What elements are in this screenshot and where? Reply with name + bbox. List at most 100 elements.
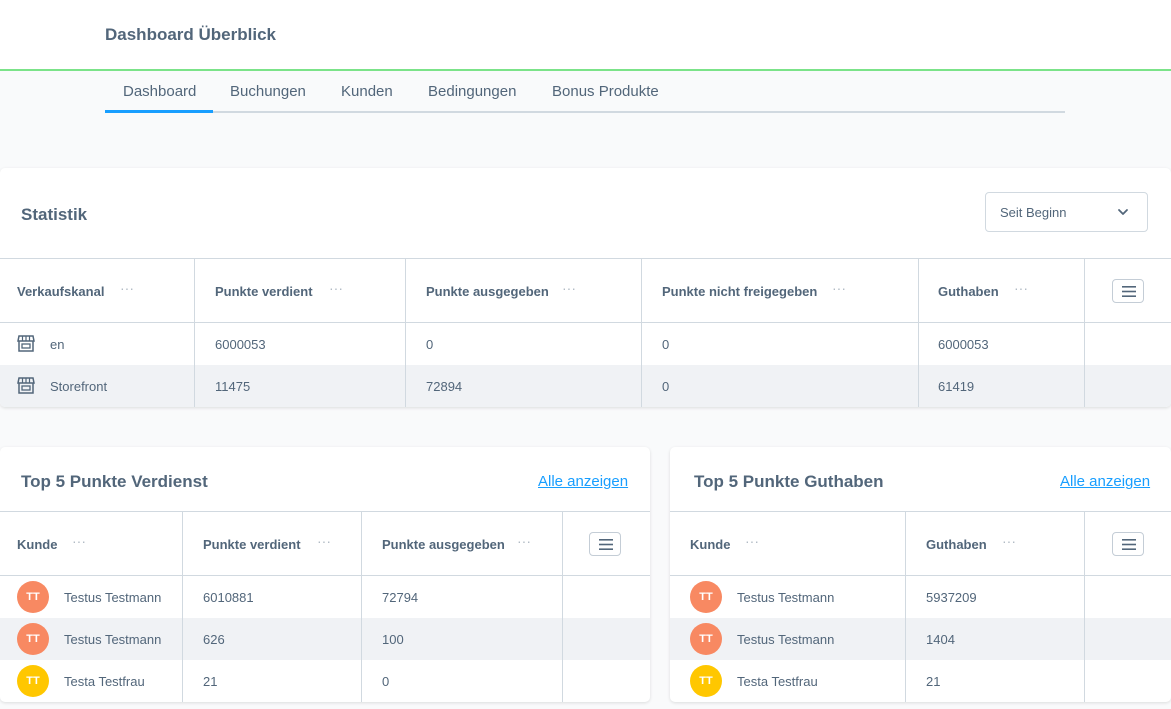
top-verdienst-card: Top 5 Punkte Verdienst Alle anzeigen Kun…: [0, 447, 650, 702]
points-earned: 11475: [215, 379, 251, 394]
top-bar: Dashboard Überblick: [0, 0, 1171, 71]
tab-bedingungen[interactable]: Bedingungen: [428, 83, 516, 100]
statistik-card: Statistik Seit Beginn Verkaufskanal ··· …: [0, 168, 1171, 407]
top-guthaben-table: Kunde ··· Guthaben ··· TT Testus Testman…: [670, 511, 1171, 702]
points-not-released: 0: [662, 379, 670, 394]
column-header[interactable]: Guthaben ···: [919, 259, 1085, 322]
column-header[interactable]: Kunde ···: [670, 512, 906, 575]
show-all-link[interactable]: Alle anzeigen: [538, 473, 628, 490]
table-cell: TT Testus Testmann: [670, 618, 906, 660]
table-cell: 626: [183, 618, 362, 660]
avatar: TT: [17, 623, 49, 655]
top-guthaben-title: Top 5 Punkte Guthaben: [694, 472, 884, 491]
column-settings-cell: [563, 512, 650, 575]
points-spent: 0: [426, 337, 434, 352]
tab-buchungen[interactable]: Buchungen: [230, 83, 306, 100]
table-cell: TT Testa Testfrau: [0, 660, 183, 702]
more-dots-icon[interactable]: ···: [329, 280, 343, 296]
column-header-label: Punkte nicht freigegeben: [662, 284, 818, 299]
column-header[interactable]: Punkte nicht freigegeben ···: [642, 259, 919, 322]
column-header-label: Guthaben: [926, 537, 987, 552]
table-cell: 0: [642, 365, 919, 407]
table-cell: [563, 576, 650, 618]
table-cell: 0: [406, 323, 642, 365]
more-dots-icon[interactable]: ···: [317, 533, 331, 549]
column-settings-button[interactable]: [1112, 532, 1144, 556]
customer-name: Testus Testmann: [737, 632, 835, 647]
table-row: Storefront 11475 72894 0 61419: [0, 365, 1171, 407]
table-header-row: Kunde ··· Guthaben ···: [670, 512, 1171, 576]
points-spent: 72894: [426, 379, 463, 394]
column-header[interactable]: Kunde ···: [0, 512, 183, 575]
balance: 21: [926, 674, 941, 689]
table-cell: Storefront: [0, 365, 195, 407]
tab-dashboard[interactable]: Dashboard: [123, 83, 196, 100]
hamburger-menu-icon: [599, 539, 613, 550]
table-cell: 72894: [406, 365, 642, 407]
show-all-link[interactable]: Alle anzeigen: [1060, 473, 1150, 490]
page-title: Dashboard Überblick: [105, 25, 276, 44]
table-row: TT Testa Testfrau 21 0: [0, 660, 650, 702]
table-row: TT Testus Testmann 626 100: [0, 618, 650, 660]
column-header-label: Kunde: [17, 537, 58, 552]
table-cell: en: [0, 323, 195, 365]
avatar: TT: [17, 665, 49, 697]
column-header[interactable]: Punkte verdient ···: [195, 259, 406, 322]
column-header-label: Punkte ausgegeben: [382, 537, 505, 552]
column-header[interactable]: Guthaben ···: [906, 512, 1085, 575]
tab-bonus-produkte[interactable]: Bonus Produkte: [552, 83, 659, 100]
table-cell: TT Testa Testfrau: [670, 660, 906, 702]
active-tab-indicator: [105, 110, 213, 113]
balance: 5937209: [926, 590, 977, 605]
column-header-label: Guthaben: [938, 284, 999, 299]
more-dots-icon[interactable]: ···: [745, 533, 759, 549]
top-verdienst-title: Top 5 Punkte Verdienst: [21, 472, 208, 491]
tab-kunden[interactable]: Kunden: [341, 83, 393, 100]
balance: 6000053: [938, 337, 989, 352]
time-range-select[interactable]: Seit Beginn: [985, 192, 1148, 232]
more-dots-icon[interactable]: ···: [120, 280, 134, 296]
more-dots-icon[interactable]: ···: [1002, 533, 1016, 549]
column-header[interactable]: Verkaufskanal ···: [0, 259, 195, 322]
avatar: TT: [17, 581, 49, 613]
more-dots-icon[interactable]: ···: [1014, 280, 1028, 296]
customer-name: Testus Testmann: [737, 590, 835, 605]
column-header[interactable]: Punkte ausgegeben ···: [406, 259, 642, 322]
table-cell: 0: [642, 323, 919, 365]
column-settings-button[interactable]: [589, 532, 621, 556]
column-settings-cell: [1085, 259, 1171, 322]
more-dots-icon[interactable]: ···: [72, 533, 86, 549]
more-dots-icon[interactable]: ···: [517, 533, 531, 549]
table-cell: [563, 618, 650, 660]
customer-name: Testa Testfrau: [737, 674, 818, 689]
column-header-label: Verkaufskanal: [17, 284, 105, 299]
top-verdienst-table: Kunde ··· Punkte verdient ··· Punkte aus…: [0, 511, 650, 702]
table-cell: 0: [362, 660, 563, 702]
column-settings-button[interactable]: [1112, 279, 1144, 303]
table-cell: 1404: [906, 618, 1085, 660]
points-earned: 6000053: [215, 337, 266, 352]
points-earned: 6010881: [203, 590, 254, 605]
more-dots-icon[interactable]: ···: [832, 280, 846, 296]
customer-name: Testus Testmann: [64, 632, 162, 647]
table-cell: TT Testus Testmann: [670, 576, 906, 618]
points-spent: 72794: [382, 590, 419, 605]
column-settings-cell: [1085, 512, 1171, 575]
more-dots-icon[interactable]: ···: [562, 280, 576, 296]
table-row: TT Testus Testmann 6010881 72794: [0, 576, 650, 618]
table-cell: [1085, 323, 1171, 365]
table-cell: 100: [362, 618, 563, 660]
column-header[interactable]: Punkte verdient ···: [183, 512, 362, 575]
column-header[interactable]: Punkte ausgegeben ···: [362, 512, 563, 575]
table-cell: 61419: [919, 365, 1085, 407]
column-header-label: Punkte verdient: [203, 537, 301, 552]
time-range-value: Seit Beginn: [1000, 205, 1067, 220]
chevron-down-icon: [1118, 209, 1128, 215]
table-row: TT Testus Testmann 1404: [670, 618, 1171, 660]
sales-channel-name: en: [50, 337, 65, 352]
table-row: en 6000053 0 0 6000053: [0, 323, 1171, 365]
points-not-released: 0: [662, 337, 670, 352]
column-header-label: Punkte verdient: [215, 284, 313, 299]
hamburger-menu-icon: [1122, 539, 1136, 550]
points-spent: 100: [382, 632, 404, 647]
